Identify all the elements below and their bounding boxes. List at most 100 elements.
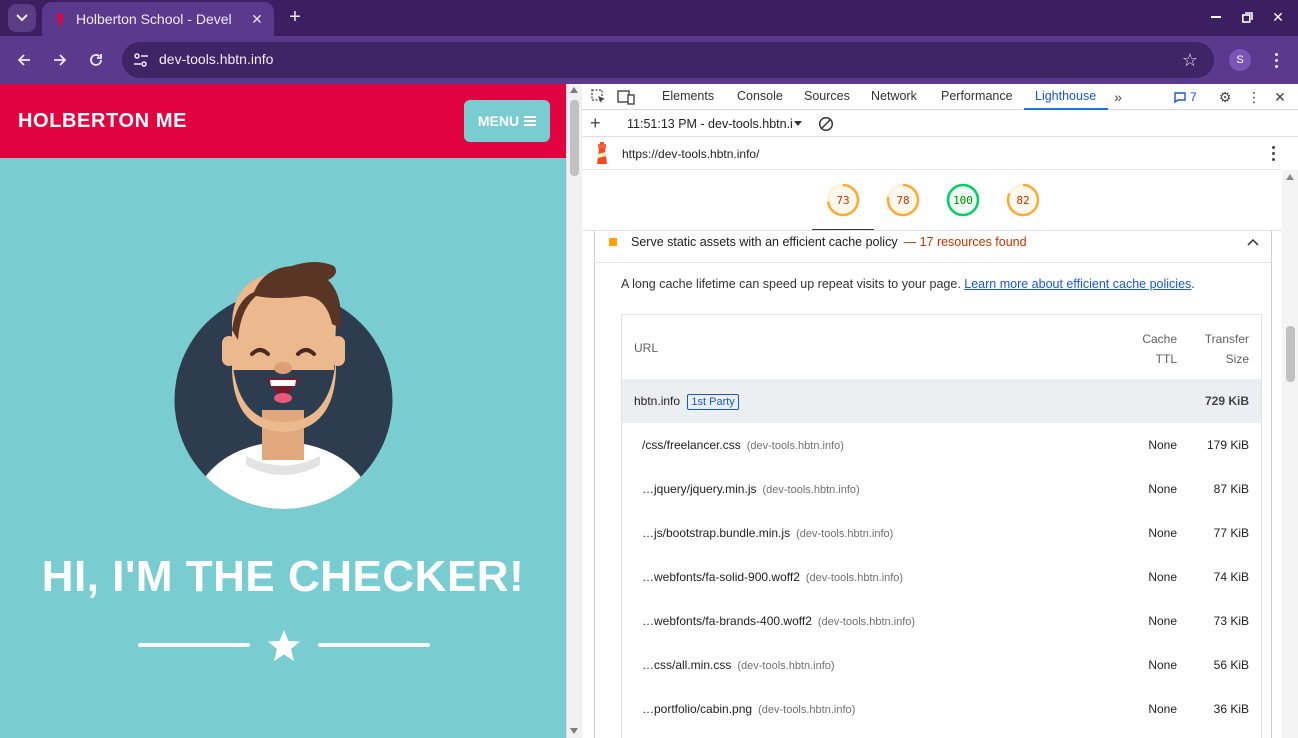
audit-header[interactable]: Serve static assets with an efficient ca… (595, 231, 1271, 263)
resource-url[interactable]: …jquery/jquery.min.js (dev-tools.hbtn.inf… (642, 482, 860, 496)
group-entity-name: hbtn.info (634, 394, 681, 408)
issues-counter[interactable]: 7 (1174, 90, 1197, 104)
lighthouse-url-bar: https://dev-tools.hbtn.info/ (582, 138, 1282, 170)
resource-path: …js/bootstrap.bundle.min.js (642, 526, 791, 540)
learn-more-link[interactable]: Learn more about efficient cache policie… (964, 277, 1191, 291)
report-select-caret-icon[interactable] (794, 121, 802, 126)
restore-window-icon[interactable] (1235, 6, 1259, 28)
hero-title: HI, I'M THE CHECKER! (41, 552, 525, 601)
tab-network[interactable]: Network (871, 89, 917, 103)
devtools-more-icon[interactable]: ⋮ (1245, 88, 1263, 106)
browser-tab-bar: Holberton School - Devel ✕ + ✕ (0, 0, 1298, 36)
column-header-transfer-size: Transfer Size (1189, 329, 1249, 369)
scroll-up-arrow-icon[interactable] (570, 87, 578, 93)
score-gauge[interactable]: 100 (946, 183, 980, 217)
score-value: 100 (953, 193, 973, 207)
page-scrollbar[interactable] (566, 84, 582, 738)
chevron-down-icon (16, 14, 28, 22)
report-menu-icon[interactable] (1270, 146, 1276, 164)
close-tab-icon[interactable]: ✕ (248, 10, 266, 28)
tab-search-button[interactable] (8, 4, 36, 32)
resource-path: …jquery/jquery.min.js (642, 482, 757, 496)
lighthouse-toolbar: + 11:51:13 PM - dev-tools.hbtn.i (582, 111, 1298, 137)
browser-tab[interactable]: Holberton School - Devel ✕ (42, 2, 274, 36)
tab-console[interactable]: Console (737, 89, 783, 103)
column-header-cache-ttl: Cache TTL (1117, 329, 1177, 369)
profile-avatar[interactable]: S (1229, 49, 1251, 71)
new-tab-plus-icon[interactable]: + (284, 6, 306, 28)
star-icon (268, 630, 300, 661)
table-row: …jquery/jquery.min.js (dev-tools.hbtn.inf… (622, 467, 1261, 511)
clear-reports-icon[interactable] (818, 116, 834, 132)
tab-elements[interactable]: Elements (662, 89, 714, 103)
resource-host: (dev-tools.hbtn.info) (817, 616, 916, 628)
resource-cache-ttl: None (1148, 526, 1177, 540)
resource-cache-ttl: None (1148, 482, 1177, 496)
devtools-scrollbar-thumb[interactable] (1286, 326, 1295, 382)
resource-path: …portfolio/cabin.png (642, 702, 753, 716)
inspect-element-icon[interactable] (590, 88, 608, 106)
audit-description-period: . (1191, 277, 1195, 291)
devtools-scrollbar[interactable] (1282, 170, 1298, 738)
table-group-row: hbtn.info 1st Party 729 KiB (622, 379, 1261, 423)
audit-title-line: Serve static assets with an efficient ca… (631, 235, 1027, 249)
issues-message-icon (1174, 91, 1186, 103)
site-header: HOLBERTON ME MENU (0, 84, 566, 158)
reload-icon[interactable] (84, 48, 108, 72)
browser-menu-icon[interactable] (1266, 49, 1286, 71)
issues-count: 7 (1190, 90, 1197, 104)
resource-host: (dev-tools.hbtn.info) (805, 572, 904, 584)
tab-sources[interactable]: Sources (804, 89, 850, 103)
device-toolbar-icon[interactable] (617, 88, 635, 106)
bookmark-star-icon[interactable]: ☆ (1180, 50, 1200, 70)
table-row: …js/bootstrap.bundle.min.js (dev-tools.hb… (622, 511, 1261, 555)
resource-url[interactable]: …webfonts/fa-brands-400.woff2 (dev-tools.… (642, 614, 915, 628)
minimize-window-icon[interactable] (1204, 6, 1228, 28)
resource-url[interactable]: …portfolio/cabin.png (dev-tools.hbtn.info… (642, 702, 855, 716)
more-tabs-chevron-icon[interactable]: » (1109, 88, 1127, 106)
audit-separator: — (903, 235, 917, 249)
score-gauge[interactable]: 78 (886, 183, 920, 217)
web-page-viewport: HOLBERTON ME MENU HI, I'M THE CHECKER! (0, 84, 566, 738)
resource-host: (dev-tools.hbtn.info) (758, 704, 856, 716)
scroll-down-arrow-icon[interactable] (570, 728, 578, 734)
resource-path: …css/all.min.css (642, 658, 732, 672)
tab-title: Holberton School - Devel (76, 11, 232, 27)
resource-host: (dev-tools.hbtn.info) (737, 660, 835, 672)
resource-url[interactable]: …webfonts/fa-solid-900.woff2 (dev-tools.h… (642, 570, 903, 584)
resource-url[interactable]: /css/freelancer.css (dev-tools.hbtn.info) (642, 438, 844, 452)
transfer-size-header-line1: Transfer (1204, 332, 1249, 346)
table-header: URL Cache TTL Transfer Size (622, 315, 1261, 379)
new-report-plus-icon[interactable]: + (590, 113, 601, 134)
settings-gear-icon[interactable]: ⚙ (1216, 88, 1234, 106)
address-bar[interactable]: dev-tools.hbtn.info ☆ (122, 42, 1214, 78)
page-scrollbar-thumb[interactable] (570, 100, 579, 176)
back-arrow-icon[interactable] (12, 48, 36, 72)
score-gauge[interactable]: 82 (1006, 183, 1040, 217)
report-url: https://dev-tools.hbtn.info/ (622, 147, 760, 161)
site-info-tune-icon[interactable] (132, 51, 150, 69)
cache-ttl-header-line1: Cache (1142, 332, 1177, 346)
tab-lighthouse[interactable]: Lighthouse (1035, 89, 1096, 103)
audit-description-text: A long cache lifetime can speed up repea… (621, 277, 961, 291)
score-gauge[interactable]: 73 (826, 183, 860, 217)
lighthouse-logo-icon (597, 142, 607, 164)
devtools-scroll-up-icon[interactable] (1286, 174, 1294, 180)
resource-cache-ttl: None (1148, 702, 1177, 716)
table-row: …portfolio/cabin.png (dev-tools.hbtn.info… (622, 687, 1261, 731)
table-row: /css/freelancer.css (dev-tools.hbtn.info)… (622, 423, 1261, 467)
resource-cache-ttl: None (1148, 570, 1177, 584)
tab-performance[interactable]: Performance (941, 89, 1013, 103)
resource-url[interactable]: …css/all.min.css (dev-tools.hbtn.info) (642, 658, 835, 672)
menu-button[interactable]: MENU (464, 100, 550, 142)
resource-url[interactable]: …js/bootstrap.bundle.min.js (dev-tools.hb… (642, 526, 893, 540)
report-select[interactable]: 11:51:13 PM - dev-tools.hbtn.i (627, 117, 799, 131)
audit-cache-policy: Serve static assets with an efficient ca… (594, 231, 1272, 738)
chevron-up-icon[interactable] (1247, 237, 1259, 247)
forward-arrow-icon[interactable] (48, 48, 72, 72)
close-devtools-icon[interactable]: ✕ (1271, 88, 1289, 106)
cache-ttl-header-line2: TTL (1155, 352, 1177, 366)
close-window-icon[interactable]: ✕ (1266, 6, 1290, 28)
site-brand[interactable]: HOLBERTON ME (18, 110, 187, 133)
holberton-favicon-icon (52, 11, 68, 27)
